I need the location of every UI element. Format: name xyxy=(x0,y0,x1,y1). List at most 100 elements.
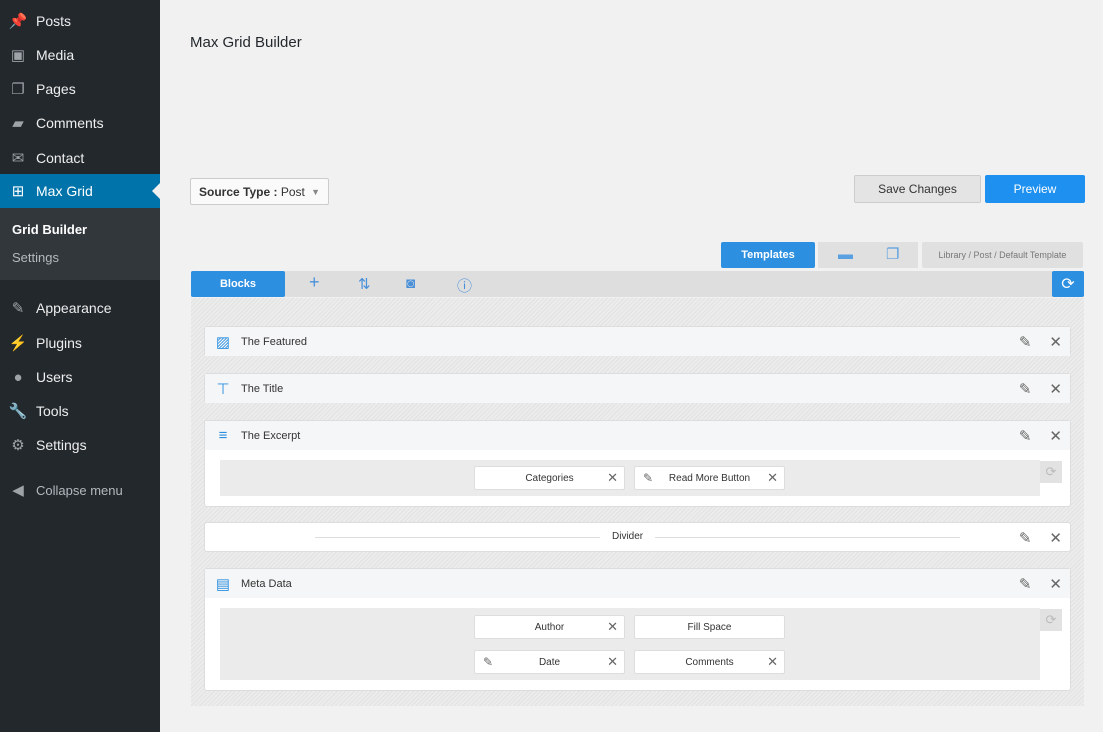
media-icon: ▣ xyxy=(10,47,26,64)
edit-icon[interactable]: ✎ xyxy=(1019,333,1032,351)
tab-templates[interactable]: Templates xyxy=(721,242,815,268)
chip-label: Comments xyxy=(685,656,734,668)
close-icon[interactable]: ✕ xyxy=(767,470,778,486)
menu-label: Posts xyxy=(36,13,72,29)
menu-settings[interactable]: ⚙ Settings xyxy=(0,428,160,462)
wrench-icon: 🔧 xyxy=(8,403,28,420)
copy-icon[interactable]: ❐ xyxy=(886,245,899,263)
collapse-menu[interactable]: ◀ Collapse menu xyxy=(0,473,160,507)
menu-label: Contact xyxy=(36,150,85,166)
pin-icon: 📌 xyxy=(8,13,28,30)
close-icon[interactable]: ✕ xyxy=(607,470,618,486)
chip-author[interactable]: Author ✕ xyxy=(474,615,625,639)
text-align-icon: ≡ xyxy=(218,427,228,444)
close-icon[interactable]: ✕ xyxy=(1049,427,1062,445)
block-title[interactable]: ⊤ The Title ✎ ✕ xyxy=(204,373,1071,403)
menu-label: Collapse menu xyxy=(36,482,123,498)
edit-icon[interactable]: ✎ xyxy=(483,655,493,669)
menu-posts[interactable]: 📌 Posts xyxy=(0,4,160,38)
plugin-icon: ⚡ xyxy=(8,335,28,352)
menu-pages[interactable]: ❐ Pages xyxy=(0,72,160,106)
menu-media[interactable]: ▣ Media xyxy=(0,38,160,72)
save-changes-button[interactable]: Save Changes xyxy=(854,175,981,203)
folder-icon[interactable]: ▬ xyxy=(838,246,853,263)
chip-categories[interactable]: Categories ✕ xyxy=(474,466,625,490)
preview-screen-icon[interactable]: ◙ xyxy=(406,275,415,292)
page-title: Max Grid Builder xyxy=(190,34,302,51)
settings-icon: ⚙ xyxy=(11,437,25,454)
block-divider[interactable]: Divider ✎ ✕ xyxy=(204,522,1071,552)
close-icon[interactable]: ✕ xyxy=(1049,380,1062,398)
menu-label: Plugins xyxy=(36,335,82,351)
menu-max-grid[interactable]: ⊞ Max Grid xyxy=(0,174,160,208)
close-icon[interactable]: ✕ xyxy=(1049,333,1062,351)
chip-label: Date xyxy=(538,656,561,668)
source-type-select[interactable]: Source Type : Post ▼ xyxy=(190,178,329,205)
refresh-button[interactable]: ⟳ xyxy=(1052,271,1084,297)
row-refresh-icon[interactable]: ⟳ xyxy=(1040,609,1062,631)
block-title: Meta Data xyxy=(241,577,292,590)
brush-icon: ✎ xyxy=(11,300,25,317)
source-type-value: Post xyxy=(280,184,305,199)
row-refresh-icon[interactable]: ⟳ xyxy=(1040,461,1062,483)
menu-label: Settings xyxy=(36,437,87,453)
template-breadcrumb: Library / Post / Default Template xyxy=(922,242,1083,268)
submenu: Grid Builder Settings xyxy=(0,208,160,280)
add-icon[interactable]: + xyxy=(309,272,320,293)
mail-icon: ✉ xyxy=(11,150,25,167)
chip-fill-space[interactable]: Fill Space xyxy=(634,615,785,639)
chip-label: Read More Button xyxy=(668,472,751,484)
block-title: The Featured xyxy=(241,335,308,348)
submenu-grid-builder[interactable]: Grid Builder xyxy=(12,222,87,237)
admin-sidebar: 📌 Posts ▣ Media ❐ Pages ▰ Comments ✉ Contact … xyxy=(0,0,160,732)
menu-label: Appearance xyxy=(36,300,112,316)
info-icon[interactable]: ⓘ xyxy=(457,275,472,296)
block-featured[interactable]: ▨ The Featured ✎ ✕ xyxy=(204,326,1071,356)
menu-tools[interactable]: 🔧 Tools xyxy=(0,394,160,428)
block-meta-data[interactable]: ▤ Meta Data ✎ ✕ Author ✕ Fill Space ✎ Date ✕ … xyxy=(204,568,1071,691)
close-icon[interactable]: ✕ xyxy=(767,654,778,670)
user-icon: ● xyxy=(13,368,23,386)
menu-appearance[interactable]: ✎ Appearance xyxy=(0,291,160,325)
close-icon[interactable]: ✕ xyxy=(607,619,618,635)
menu-label: Max Grid xyxy=(36,183,93,199)
close-icon[interactable]: ✕ xyxy=(1049,575,1062,593)
edit-icon[interactable]: ✎ xyxy=(1019,380,1032,398)
chip-read-more[interactable]: ✎ Read More Button ✕ xyxy=(634,466,785,490)
builder-toolbar xyxy=(191,271,1084,297)
edit-icon[interactable]: ✎ xyxy=(1019,427,1032,445)
edit-icon[interactable]: ✎ xyxy=(1019,575,1032,593)
preview-button[interactable]: Preview xyxy=(985,175,1085,203)
block-title: The Excerpt xyxy=(241,429,301,442)
block-title: The Title xyxy=(241,382,284,395)
menu-comments[interactable]: ▰ Comments xyxy=(0,106,160,140)
menu-label: Comments xyxy=(36,115,104,131)
submenu-settings[interactable]: Settings xyxy=(12,250,59,265)
menu-label: Media xyxy=(36,47,75,63)
block-excerpt[interactable]: ≡ The Excerpt ✎ ✕ Categories ✕ ✎ Read More B… xyxy=(204,420,1071,507)
chip-label: Fill Space xyxy=(687,621,732,633)
menu-label: Pages xyxy=(36,81,76,97)
source-type-label: Source Type : xyxy=(199,184,278,199)
tab-blocks[interactable]: Blocks xyxy=(191,271,285,297)
close-icon[interactable]: ✕ xyxy=(1049,529,1062,547)
edit-icon[interactable]: ✎ xyxy=(1019,529,1032,547)
chip-label: Categories xyxy=(525,472,574,484)
comment-icon: ▰ xyxy=(12,115,24,132)
collapse-icon: ◀ xyxy=(12,482,24,499)
edit-icon[interactable]: ✎ xyxy=(643,471,653,485)
chip-date[interactable]: ✎ Date ✕ xyxy=(474,650,625,674)
image-icon: ▨ xyxy=(215,333,231,351)
chip-comments[interactable]: Comments ✕ xyxy=(634,650,785,674)
menu-contact[interactable]: ✉ Contact xyxy=(0,141,160,175)
menu-label: Tools xyxy=(36,403,69,419)
block-title: Divider xyxy=(600,531,656,542)
meta-row: Author ✕ Fill Space ✎ Date ✕ Comments ✕ xyxy=(220,608,1040,680)
menu-users[interactable]: ● Users xyxy=(0,360,160,394)
menu-plugins[interactable]: ⚡ Plugins xyxy=(0,326,160,360)
pages-icon: ❐ xyxy=(11,81,25,98)
close-icon[interactable]: ✕ xyxy=(607,654,618,670)
chip-label: Author xyxy=(534,621,565,633)
menu-label: Users xyxy=(36,369,73,385)
sliders-icon[interactable]: ⇅ xyxy=(358,275,371,293)
